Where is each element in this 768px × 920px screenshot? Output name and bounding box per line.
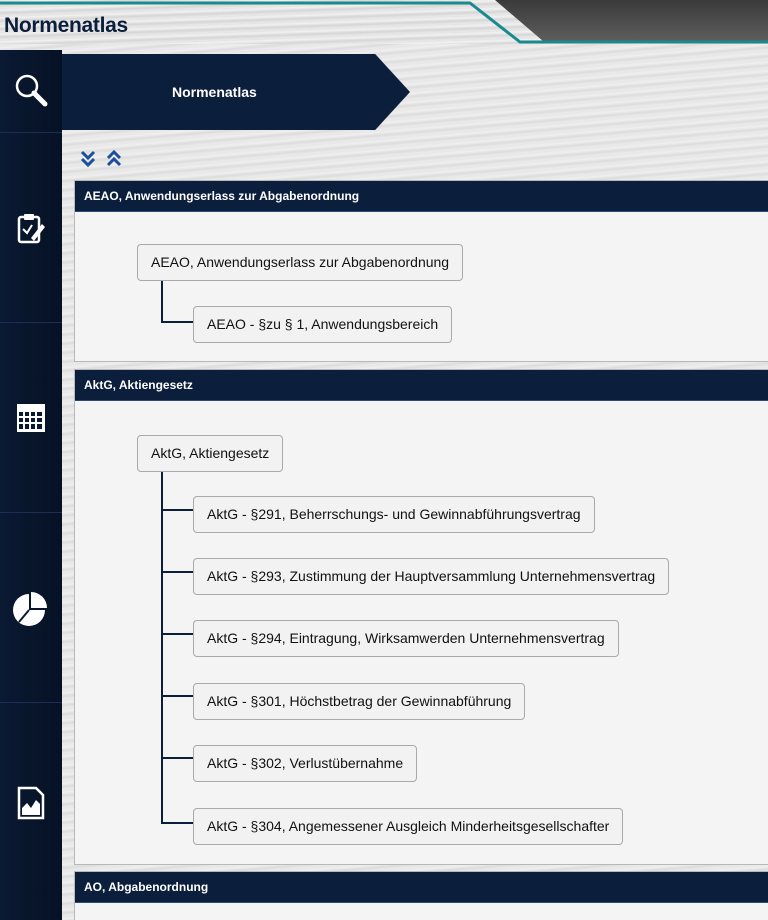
panel-header[interactable]: AO, Abgabenordnung bbox=[75, 872, 768, 903]
breadcrumb-label: Normenatlas bbox=[172, 84, 257, 100]
double-chevron-up-icon[interactable] bbox=[106, 150, 122, 168]
tree-node-root[interactable]: AEAO, Anwendungserlass zur Abgabenordnun… bbox=[137, 244, 464, 281]
sidebar-item-search[interactable] bbox=[0, 50, 62, 132]
app-title: Normenatlas bbox=[4, 14, 128, 37]
tree-connector bbox=[161, 633, 193, 635]
top-bar-dark-tab bbox=[495, 0, 768, 42]
pie-chart-icon bbox=[13, 592, 47, 626]
sidebar-item-reports[interactable] bbox=[0, 702, 62, 903]
tree-connector bbox=[161, 822, 193, 824]
tree-node-child[interactable]: AktG - §294, Eintragung, Wirksamwerden U… bbox=[193, 620, 619, 657]
panel-header[interactable]: AktG, Aktiengesetz bbox=[75, 370, 768, 401]
calendar-grid-icon bbox=[17, 404, 45, 432]
sidebar-item-statistics[interactable] bbox=[0, 512, 62, 703]
breadcrumb[interactable]: Normenatlas bbox=[62, 54, 410, 130]
sidebar-item-tasks[interactable] bbox=[0, 132, 62, 323]
report-chart-icon bbox=[17, 786, 45, 820]
top-bar: Normenatlas bbox=[0, 0, 768, 44]
tree-node-child[interactable]: AEAO - §zu § 1, Anwendungsbereich bbox=[193, 306, 453, 343]
tree-connector bbox=[161, 277, 163, 323]
panel-aeao: AEAO, Anwendungserlass zur Abgabenordnun… bbox=[74, 180, 768, 362]
panel-aktg: AktG, Aktiengesetz AktG, Aktiengesetz Ak… bbox=[74, 369, 768, 865]
tree-connector bbox=[161, 509, 193, 511]
search-icon bbox=[15, 74, 48, 107]
tree-connector bbox=[161, 571, 193, 573]
double-chevron-down-icon[interactable] bbox=[80, 150, 96, 168]
tree-node-child[interactable]: AktG - §291, Beherrschungs- und Gewinnab… bbox=[193, 496, 595, 533]
clipboard-edit-icon bbox=[17, 214, 45, 244]
tree-node-child[interactable]: AktG - §304, Angemessener Ausgleich Mind… bbox=[193, 808, 624, 845]
sidebar-item-calendar[interactable] bbox=[0, 322, 62, 513]
tree-connector bbox=[161, 466, 163, 824]
tree-connector bbox=[161, 757, 193, 759]
tree-connector bbox=[161, 695, 193, 697]
tree-connector bbox=[161, 321, 193, 323]
sidebar bbox=[0, 50, 62, 920]
tree-node-child[interactable]: AktG - §301, Höchstbetrag der Gewinnabfü… bbox=[193, 683, 526, 720]
tree-node-child[interactable]: AktG - §293, Zustimmung der Hauptversamm… bbox=[193, 558, 670, 595]
tree-toolbar bbox=[80, 150, 128, 170]
tree-node-child[interactable]: AktG - §302, Verlustübernahme bbox=[193, 745, 418, 782]
panel-ao: AO, Abgabenordnung bbox=[74, 871, 768, 920]
panel-header[interactable]: AEAO, Anwendungserlass zur Abgabenordnun… bbox=[75, 181, 768, 212]
tree-node-root[interactable]: AktG, Aktiengesetz bbox=[137, 435, 284, 472]
